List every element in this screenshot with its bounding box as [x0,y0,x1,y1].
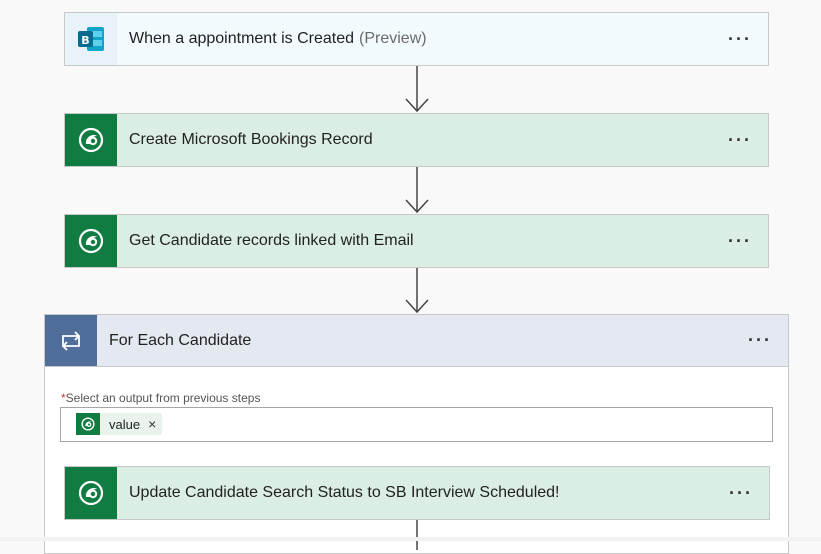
dataverse-icon [65,114,117,166]
dynamic-content-token[interactable]: value × [76,413,163,435]
output-select-input[interactable]: value × [60,407,773,442]
step-title: Update Candidate Search Status to SB Int… [129,484,560,501]
step-title: Create Microsoft Bookings Record [129,131,373,148]
get-candidate-records-step[interactable]: Get Candidate records linked with Email … [64,214,769,268]
for-each-loop-header[interactable]: For Each Candidate ··· [45,315,788,367]
update-candidate-status-step[interactable]: Update Candidate Search Status to SB Int… [64,466,770,520]
connector-arrow [405,167,429,214]
dataverse-icon [65,467,117,519]
for-each-loop-container: For Each Candidate ··· *Select an output… [44,314,789,554]
dataverse-icon [76,413,100,435]
create-bookings-record-step[interactable]: Create Microsoft Bookings Record ··· [64,113,769,167]
connector-line [416,520,418,550]
remove-token-button[interactable]: × [148,416,156,432]
trigger-step-card[interactable]: B When a appointment is Created (Preview… [64,12,769,66]
more-options-button[interactable]: ··· [712,13,768,65]
step-title: When a appointment is Created (Preview) [117,13,712,65]
svg-text:B: B [81,34,89,47]
dataverse-icon [65,215,117,267]
more-options-button[interactable]: ··· [732,315,788,366]
token-label: value [109,416,141,432]
more-options-button[interactable]: ··· [712,114,768,166]
loop-icon [45,315,97,366]
horizontal-scrollbar-track [0,537,821,541]
step-title-text: When a appointment is Created [129,30,355,47]
more-options-button[interactable]: ··· [712,215,768,267]
output-field-label: *Select an output from previous steps [61,391,260,405]
step-title: Get Candidate records linked with Email [129,232,414,249]
bookings-icon: B [65,13,117,65]
connector-arrow [405,66,429,113]
preview-tag: (Preview) [359,30,427,47]
loop-title: For Each Candidate [109,331,252,349]
output-field-label-text: Select an output from previous steps [65,391,261,405]
more-options-button[interactable]: ··· [713,467,769,519]
connector-arrow [405,268,429,314]
